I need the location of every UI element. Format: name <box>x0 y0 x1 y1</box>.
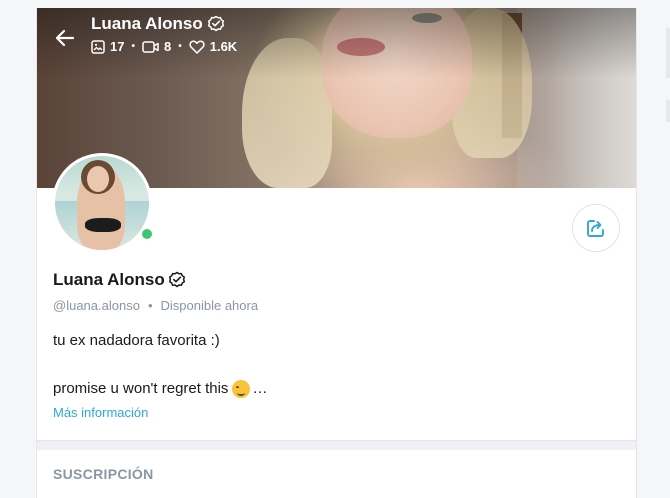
likes-count: 1.6K <box>189 39 237 54</box>
verified-badge-icon <box>168 271 186 289</box>
cover-stats: 17 • 8 • 1.6K <box>91 39 237 54</box>
more-info-link[interactable]: Más información <box>53 405 148 420</box>
bio-ellipsis: … <box>252 380 268 397</box>
bio-line: promise u won't regret this … <box>53 377 267 401</box>
section-divider <box>37 440 636 450</box>
meta-separator: • <box>147 298 153 313</box>
avatar-bikini <box>85 218 121 232</box>
bio-line-text: promise u won't regret this <box>53 380 229 397</box>
back-button[interactable] <box>53 26 77 50</box>
profile-bio: tu ex nadadora favorita :) promise u won… <box>53 329 267 401</box>
availability-status: Disponible ahora <box>160 298 259 313</box>
bio-line: tu ex nadadora favorita :) <box>53 332 220 349</box>
cover-header: Luana Alonso 17 • 8 • 1.6K <box>53 14 237 54</box>
videos-count-value: 8 <box>163 39 172 54</box>
heart-icon <box>189 40 205 54</box>
background-strip <box>666 28 670 78</box>
cover-title-block: Luana Alonso 17 • 8 • 1.6K <box>91 14 237 54</box>
photos-count: 17 <box>91 39 124 54</box>
smiling-face-icon <box>232 380 251 398</box>
avatar-face <box>87 166 109 192</box>
stat-separator: • <box>131 41 135 52</box>
avatar[interactable] <box>52 153 154 253</box>
profile-card: Luana Alonso 17 • 8 • 1.6K Luana Alonso … <box>36 8 637 498</box>
share-icon <box>587 220 604 237</box>
profile-meta: @luana.alonso • Disponible ahora <box>53 298 258 313</box>
arrow-left-icon <box>55 29 75 47</box>
stat-separator: • <box>178 41 182 52</box>
subscription-section-title: SUSCRIPCIÓN <box>53 466 154 482</box>
cover-title-row: Luana Alonso <box>91 14 237 34</box>
photos-count-value: 17 <box>110 39 125 54</box>
avatar-image <box>55 156 149 250</box>
image-icon <box>91 39 105 54</box>
profile-name-row: Luana Alonso <box>53 270 186 290</box>
cover-name: Luana Alonso <box>91 14 203 33</box>
likes-count-value: 1.6K <box>209 39 238 54</box>
videos-count: 8 <box>142 39 171 54</box>
share-button[interactable] <box>572 204 620 252</box>
video-icon <box>142 40 159 53</box>
profile-name: Luana Alonso <box>53 270 165 289</box>
online-status-indicator <box>140 227 154 241</box>
profile-handle: @luana.alonso <box>53 298 140 313</box>
background-strip <box>666 100 670 122</box>
verified-badge-icon <box>207 15 225 33</box>
